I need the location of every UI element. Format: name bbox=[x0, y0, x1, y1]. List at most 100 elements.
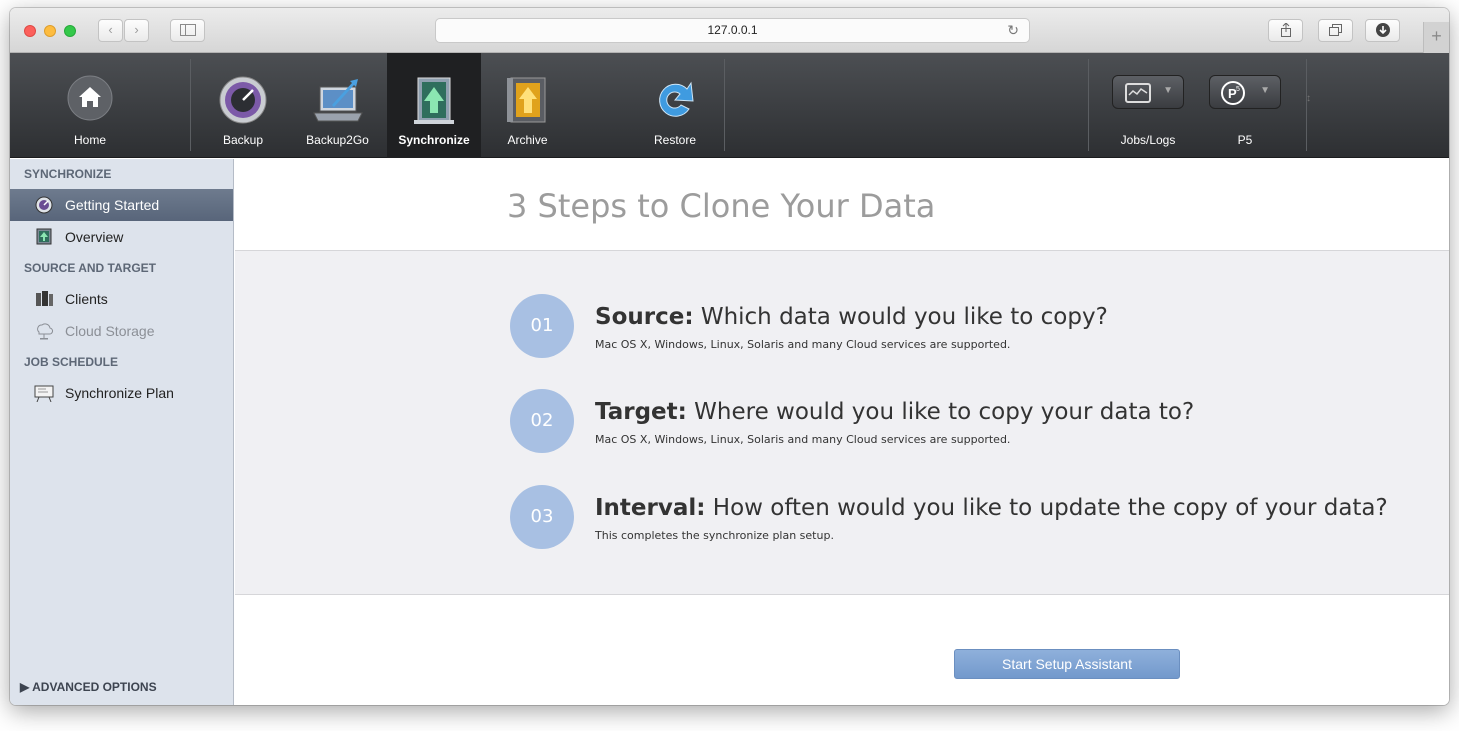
browser-window: ‹ › 127.0.0.1 ↻ + Home Backup Backup2Go … bbox=[10, 8, 1449, 705]
chevron-left-icon: ‹ bbox=[108, 22, 113, 37]
toolbar-archive[interactable]: Archive bbox=[490, 53, 565, 158]
new-tab-button[interactable]: + bbox=[1423, 22, 1449, 53]
back-button[interactable]: ‹ bbox=[98, 19, 123, 42]
step-description: This completes the synchronize plan setu… bbox=[595, 529, 834, 542]
sidebar-item-clients[interactable]: Clients bbox=[10, 283, 233, 315]
cloud-storage-icon bbox=[37, 323, 54, 340]
toolbar-divider bbox=[1088, 59, 1089, 151]
p5-logo-icon: P 5 bbox=[1221, 81, 1245, 105]
svg-text:5: 5 bbox=[1236, 86, 1240, 93]
jobs-logs-dropdown[interactable]: ▼ bbox=[1112, 75, 1184, 109]
sidebar-icon bbox=[179, 24, 196, 36]
toolbar-synchronize[interactable]: Synchronize bbox=[387, 53, 481, 158]
toolbar-p5-label: P5 bbox=[1237, 133, 1253, 147]
step-interval: 03 Interval: How often would you like to… bbox=[510, 485, 1410, 555]
toolbar-overflow[interactable]: ↕ bbox=[1306, 53, 1322, 158]
toolbar-home[interactable]: Home bbox=[50, 53, 130, 158]
reload-icon[interactable]: ↻ bbox=[1007, 19, 1019, 42]
speedometer-icon bbox=[219, 76, 267, 124]
sidebar-item-label: Getting Started bbox=[65, 197, 160, 213]
advanced-options-label: ADVANCED OPTIONS bbox=[32, 680, 157, 694]
sidebar-item-label: Clients bbox=[65, 291, 108, 307]
step-headline: Source: Which data would you like to cop… bbox=[595, 304, 1108, 330]
chevron-down-icon: ▼ bbox=[1260, 85, 1270, 96]
step-number-badge: 03 bbox=[510, 485, 574, 549]
toolbar-synchronize-label: Synchronize bbox=[398, 133, 470, 147]
toolbar-jobs-logs[interactable]: ▼ Jobs/Logs bbox=[1108, 53, 1188, 158]
getting-started-icon bbox=[35, 196, 53, 214]
sidebar: SYNCHRONIZE Getting Started Overview SOU… bbox=[10, 159, 234, 705]
forward-button[interactable]: › bbox=[124, 19, 149, 42]
share-button[interactable] bbox=[1268, 19, 1303, 42]
download-icon bbox=[1375, 23, 1390, 37]
sidebar-item-label: Cloud Storage bbox=[65, 323, 155, 339]
step-source: 01 Source: Which data would you like to … bbox=[510, 294, 1410, 364]
sidebar-toggle-button[interactable] bbox=[170, 19, 205, 42]
sidebar-item-overview[interactable]: Overview bbox=[10, 221, 233, 253]
toolbar-backup-label: Backup bbox=[222, 133, 264, 147]
toolbar-home-label: Home bbox=[73, 133, 106, 147]
toolbar-divider bbox=[190, 59, 191, 151]
address-bar[interactable]: 127.0.0.1 ↻ bbox=[435, 18, 1030, 43]
plus-icon: + bbox=[1431, 26, 1442, 46]
main-content: 3 Steps to Clone Your Data 01 Source: Wh… bbox=[235, 159, 1449, 705]
sidebar-item-label: Synchronize Plan bbox=[65, 385, 174, 401]
step-description: Mac OS X, Windows, Linux, Solaris and ma… bbox=[595, 338, 1011, 351]
steps-panel: 01 Source: Which data would you like to … bbox=[235, 250, 1449, 595]
step-description: Mac OS X, Windows, Linux, Solaris and ma… bbox=[595, 433, 1011, 446]
tabs-overview-button[interactable] bbox=[1318, 19, 1353, 42]
toolbar-divider bbox=[724, 59, 725, 151]
chevron-down-icon: ▼ bbox=[1163, 85, 1173, 96]
home-icon bbox=[67, 75, 113, 121]
browser-titlebar: ‹ › 127.0.0.1 ↻ + bbox=[10, 8, 1449, 53]
sidebar-item-getting-started[interactable]: Getting Started bbox=[10, 189, 233, 221]
toolbar-restore[interactable]: Restore bbox=[635, 53, 715, 158]
share-icon bbox=[1280, 22, 1291, 37]
restore-arrow-icon bbox=[659, 81, 694, 117]
toolbar-jobs-logs-label: Jobs/Logs bbox=[1120, 133, 1176, 147]
sidebar-item-label: Overview bbox=[65, 229, 124, 245]
toolbar-p5[interactable]: P 5 ▼ P5 bbox=[1205, 53, 1285, 158]
app-toolbar: Home Backup Backup2Go Synchronize Archiv… bbox=[10, 53, 1449, 158]
step-headline: Target: Where would you like to copy you… bbox=[595, 399, 1194, 425]
step-headline: Interval: How often would you like to up… bbox=[595, 495, 1388, 521]
advanced-options-toggle[interactable]: ▶ ADVANCED OPTIONS bbox=[20, 669, 157, 705]
monitor-icon bbox=[1125, 83, 1151, 103]
overview-icon bbox=[36, 228, 52, 245]
sidebar-section-job-schedule: JOB SCHEDULE bbox=[24, 355, 119, 369]
step-question: Which data would you like to copy? bbox=[700, 304, 1108, 330]
toolbar-restore-label: Restore bbox=[653, 133, 697, 147]
sidebar-item-synchronize-plan[interactable]: Synchronize Plan bbox=[10, 377, 233, 409]
disclosure-triangle-icon: ▶ bbox=[20, 680, 30, 694]
step-number-badge: 02 bbox=[510, 389, 574, 453]
page-title: 3 Steps to Clone Your Data bbox=[507, 187, 936, 225]
step-label: Source: bbox=[595, 304, 694, 330]
url-text: 127.0.0.1 bbox=[707, 23, 758, 37]
step-label: Interval: bbox=[595, 495, 706, 521]
step-label: Target: bbox=[595, 399, 687, 425]
start-setup-assistant-button[interactable]: Start Setup Assistant bbox=[954, 649, 1180, 679]
synchronize-icon bbox=[414, 77, 454, 124]
minimize-window-button[interactable] bbox=[44, 25, 56, 37]
toolbar-archive-label: Archive bbox=[507, 133, 548, 147]
toolbar-divider bbox=[1306, 59, 1307, 151]
toolbar-backup2go[interactable]: Backup2Go bbox=[295, 53, 380, 158]
sidebar-section-synchronize: SYNCHRONIZE bbox=[24, 167, 112, 181]
plan-board-icon bbox=[34, 385, 54, 402]
sidebar-section-source-target: SOURCE AND TARGET bbox=[24, 261, 156, 275]
step-question: How often would you like to update the c… bbox=[712, 495, 1388, 521]
archive-icon bbox=[506, 77, 545, 123]
laptop-icon bbox=[312, 79, 363, 122]
step-question: Where would you like to copy your data t… bbox=[694, 399, 1195, 425]
zoom-window-button[interactable] bbox=[64, 25, 76, 37]
sidebar-item-cloud-storage[interactable]: Cloud Storage bbox=[10, 315, 233, 347]
downloads-button[interactable] bbox=[1365, 19, 1400, 42]
tabs-icon bbox=[1328, 24, 1342, 36]
toolbar-backup[interactable]: Backup bbox=[208, 53, 278, 158]
p5-dropdown[interactable]: P 5 ▼ bbox=[1209, 75, 1281, 109]
server-icon bbox=[36, 291, 53, 306]
step-number-badge: 01 bbox=[510, 294, 574, 358]
step-target: 02 Target: Where would you like to copy … bbox=[510, 389, 1410, 459]
chevron-right-icon: › bbox=[134, 22, 139, 37]
close-window-button[interactable] bbox=[24, 25, 36, 37]
